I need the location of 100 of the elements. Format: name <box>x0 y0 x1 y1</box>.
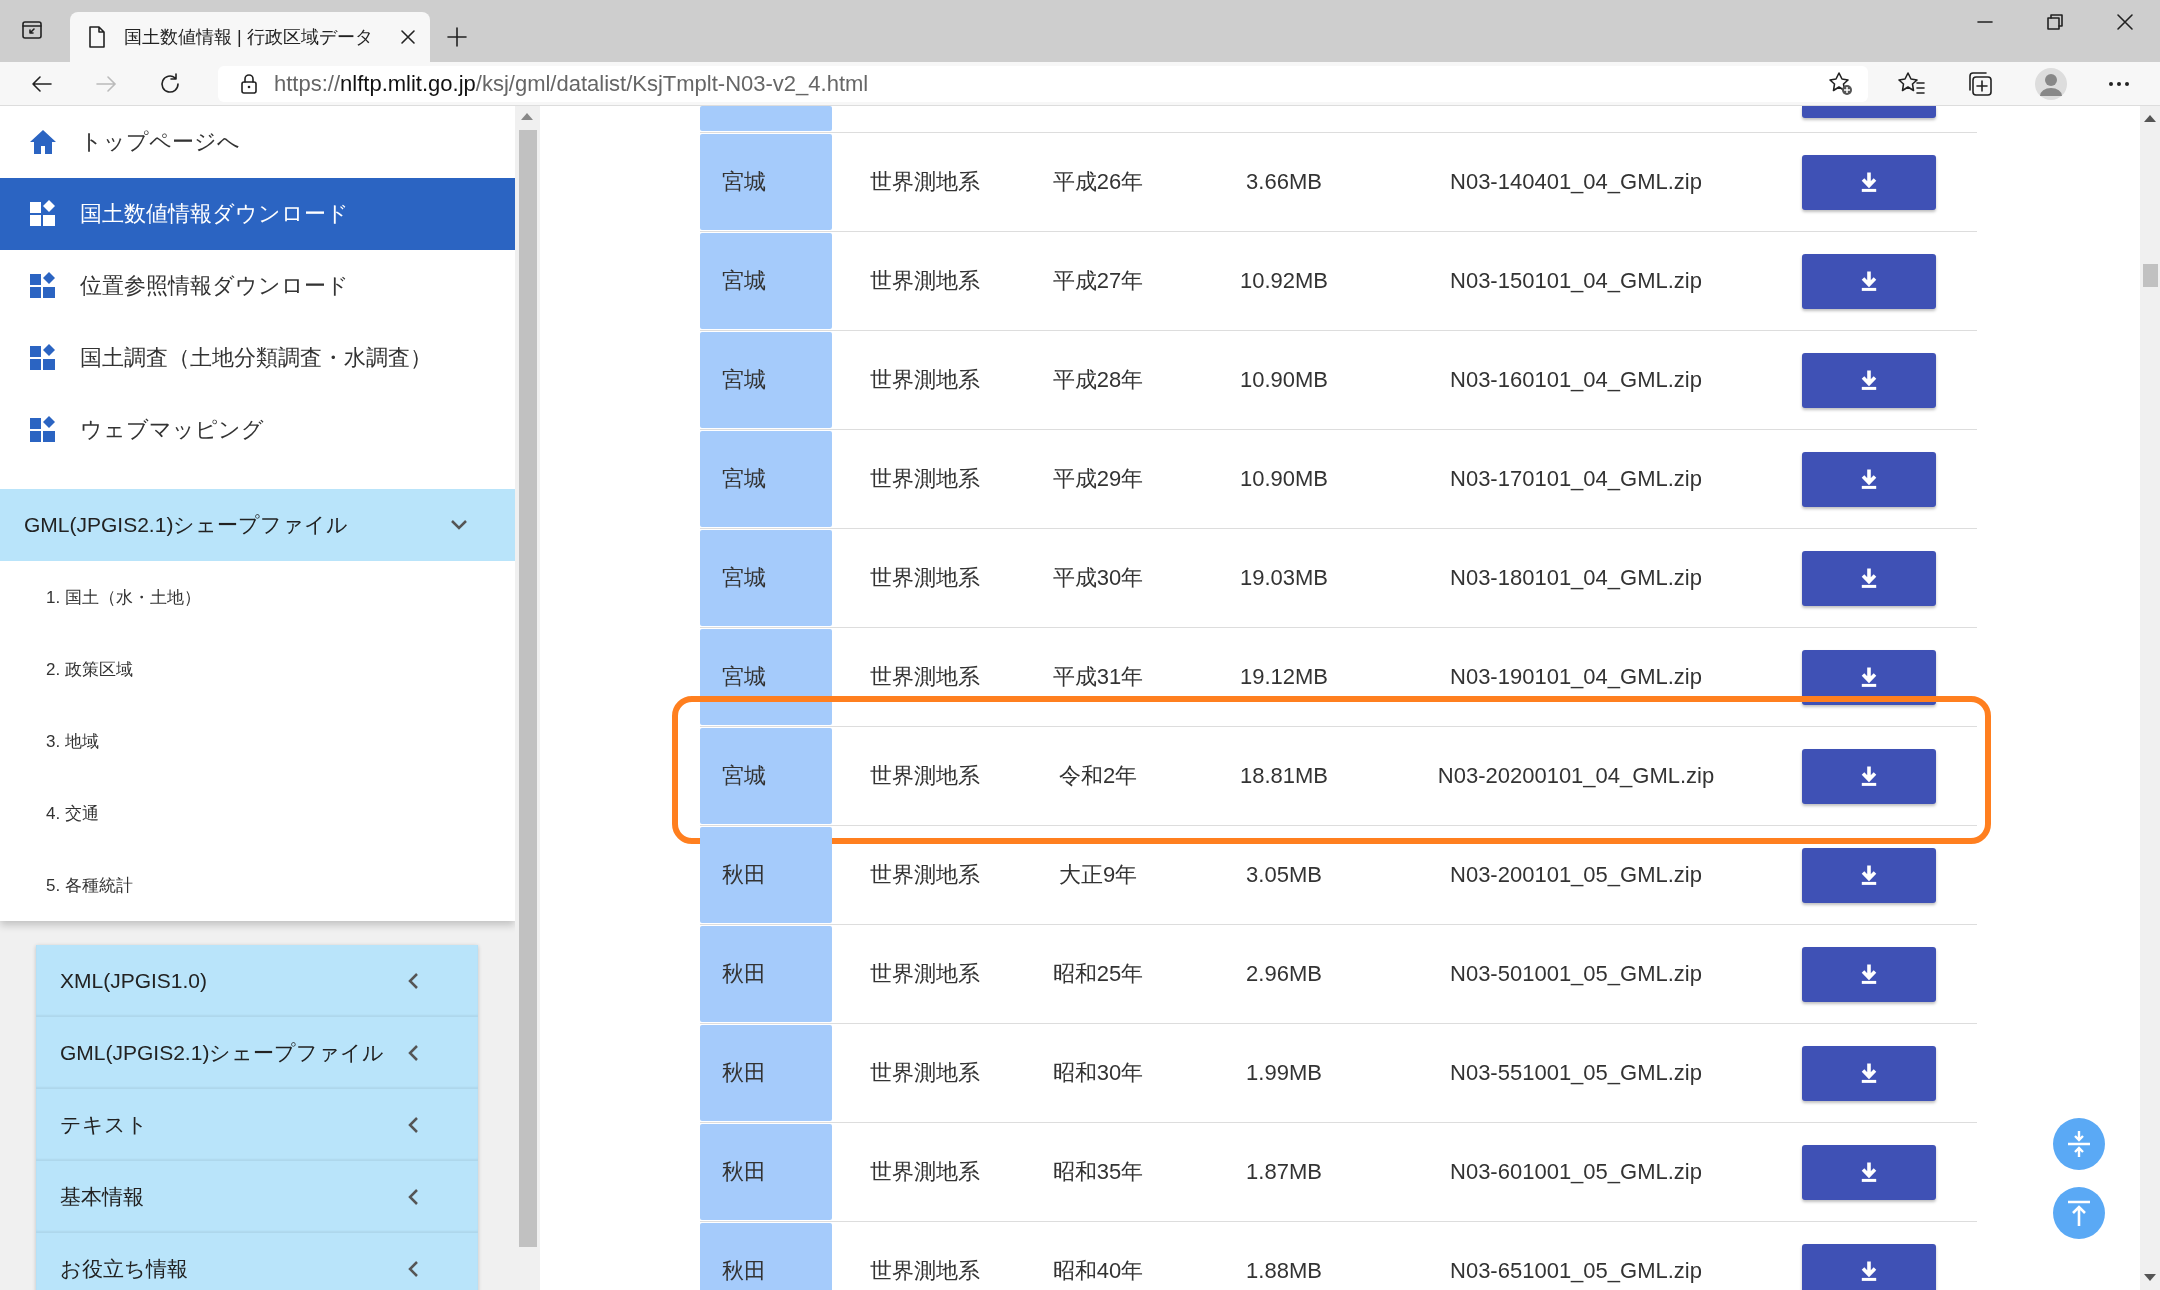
download-button[interactable] <box>1802 451 1936 507</box>
table-cell-text: 世界測地系 <box>869 1059 981 1087</box>
lock-icon <box>240 72 258 95</box>
accordion-label: XML(JPGIS1.0) <box>60 969 208 993</box>
accordion-item[interactable]: XML(JPGIS1.0) <box>36 945 478 1017</box>
table-cell-text: 世界測地系 <box>869 168 981 196</box>
table-cell-text: N03-20200101_04_GML.zip <box>1436 763 1716 789</box>
grid-icon <box>29 200 57 228</box>
table-cell-text: N03-150101_04_GML.zip <box>1449 268 1703 294</box>
sub-item[interactable]: 1. 国土（水・土地） <box>0 561 515 633</box>
table-cell-text: 世界測地系 <box>869 1158 981 1186</box>
sub-item[interactable]: 5. 各種統計 <box>0 849 515 921</box>
accordion-item[interactable]: GML(JPGIS2.1)シェープファイル <box>36 1017 478 1089</box>
download-button[interactable] <box>1802 946 1936 1002</box>
table-cell-text: 世界測地系 <box>869 960 981 988</box>
download-button[interactable] <box>1802 550 1936 606</box>
table-cell-text: 令和2年 <box>1057 762 1139 790</box>
table-cell: 宮城 <box>700 134 832 230</box>
grid-icon <box>29 344 57 372</box>
close-icon[interactable] <box>2116 13 2134 31</box>
table-cell-text: 世界測地系 <box>869 564 981 592</box>
table-cell-text: N03-551001_05_GML.zip <box>1449 1060 1703 1086</box>
table-cell-text: 世界測地系 <box>869 663 981 691</box>
table-cell-text: 世界測地系 <box>869 861 981 889</box>
table-cell-text: 3.66MB <box>1245 169 1323 195</box>
table-cell-text: 平成28年 <box>1051 366 1145 394</box>
table-cell-text: 19.12MB <box>1238 664 1330 690</box>
table-cell-text: 平成29年 <box>1051 465 1145 493</box>
address-bar[interactable]: https://nlftp.mlit.go.jp/ksj/gml/datalist/KsjTmplt-N03-v2_4.html <box>218 65 1868 102</box>
table-cell-text: 昭和35年 <box>1051 1158 1145 1186</box>
table-cell-text: 10.90MB <box>1238 466 1330 492</box>
home-icon <box>29 129 57 155</box>
download-button[interactable] <box>1802 352 1936 408</box>
scroll-up-icon[interactable] <box>2144 114 2156 122</box>
nav-item[interactable]: トップページへ <box>0 106 515 178</box>
accordion-label: テキスト <box>60 1112 148 1138</box>
table-cell-text: N03-200101_05_GML.zip <box>1449 862 1703 888</box>
accordion-item[interactable]: テキスト <box>36 1089 478 1161</box>
url-text: https://nlftp.mlit.go.jp/ksj/gml/datalist/KsjTmplt-N03-v2_4.html <box>274 70 870 97</box>
table-cell-text: 10.90MB <box>1238 367 1330 393</box>
nav-item[interactable]: 国土数値情報ダウンロード <box>0 178 515 250</box>
download-button[interactable] <box>1802 154 1936 210</box>
scroll-down-icon[interactable] <box>2144 1274 2156 1282</box>
refresh-icon[interactable] <box>158 71 182 96</box>
sub-item[interactable]: 4. 交通 <box>0 777 515 849</box>
nav-item[interactable]: 国土調査（土地分類調査・水調査） <box>0 322 515 394</box>
table-cell-text: 平成26年 <box>1051 168 1145 196</box>
table-cell-text: 1.88MB <box>1245 1258 1323 1284</box>
more-icon[interactable] <box>2108 80 2130 87</box>
table-cell-text: 昭和25年 <box>1051 960 1145 988</box>
table-cell: 秋田 <box>700 827 832 923</box>
section-header[interactable]: GML(JPGIS2.1)シェープファイル <box>0 489 515 561</box>
tab-actions-icon[interactable] <box>20 18 44 42</box>
table-cell-text: 1.99MB <box>1245 1060 1323 1086</box>
table-cell-text: 3.05MB <box>1245 862 1323 888</box>
browser-tab[interactable]: 国土数値情報 | 行政区域データ <box>70 12 430 62</box>
table-cell-text: 世界測地系 <box>869 366 981 394</box>
grid-icon <box>29 272 57 300</box>
star-add-icon[interactable] <box>1828 70 1854 97</box>
scroll-up-icon[interactable] <box>521 112 533 120</box>
table-cell: 宮城 <box>700 728 832 824</box>
page-icon <box>88 26 106 48</box>
scroll-top-icon <box>2066 1199 2092 1227</box>
section-title: GML(JPGIS2.1)シェープファイル <box>24 512 349 538</box>
accordion-item[interactable]: 基本情報 <box>36 1161 478 1233</box>
sub-item[interactable]: 2. 政策区域 <box>0 633 515 705</box>
download-button[interactable] <box>1802 1144 1936 1200</box>
download-button[interactable] <box>1802 1243 1936 1290</box>
new-tab-icon[interactable] <box>446 26 468 48</box>
sub-item[interactable]: 3. 地域 <box>0 705 515 777</box>
table-cell-text: 平成27年 <box>1051 267 1145 295</box>
avatar-icon[interactable] <box>2034 66 2068 101</box>
table-cell-text: N03-190101_04_GML.zip <box>1449 664 1703 690</box>
download-button[interactable] <box>1802 1045 1936 1101</box>
table-cell: 宮城 <box>700 431 832 527</box>
table-cell: 秋田 <box>700 1223 832 1290</box>
collections-icon[interactable] <box>1966 69 1994 98</box>
table-cell-text: 昭和30年 <box>1051 1059 1145 1087</box>
accordion-item[interactable]: お役立ち情報 <box>36 1233 478 1290</box>
restore-icon[interactable] <box>2046 13 2064 31</box>
download-button[interactable] <box>1802 748 1936 804</box>
table-cell-text: 大正9年 <box>1057 861 1139 889</box>
accordion-label: お役立ち情報 <box>60 1256 188 1282</box>
table-cell-text: 10.92MB <box>1238 268 1330 294</box>
download-button[interactable] <box>1802 253 1936 309</box>
table-cell-text: 平成30年 <box>1051 564 1145 592</box>
accordion-label: GML(JPGIS2.1)シェープファイル <box>60 1040 385 1066</box>
table-cell-text: 世界測地系 <box>869 465 981 493</box>
table-cell-text: N03-170101_04_GML.zip <box>1449 466 1703 492</box>
download-button[interactable] <box>1802 847 1936 903</box>
accordion-label: 基本情報 <box>60 1184 144 1210</box>
collapse-icon <box>2066 1130 2092 1158</box>
table-cell-text: 昭和40年 <box>1051 1257 1145 1285</box>
nav-item[interactable]: 位置参照情報ダウンロード <box>0 250 515 322</box>
nav-item[interactable]: ウェブマッピング <box>0 394 515 466</box>
close-icon[interactable] <box>400 29 416 45</box>
grid-icon <box>29 416 57 444</box>
table-cell-text: N03-651001_05_GML.zip <box>1449 1258 1703 1284</box>
favorites-icon[interactable] <box>1898 70 1926 97</box>
table-cell-text: N03-501001_05_GML.zip <box>1449 961 1703 987</box>
